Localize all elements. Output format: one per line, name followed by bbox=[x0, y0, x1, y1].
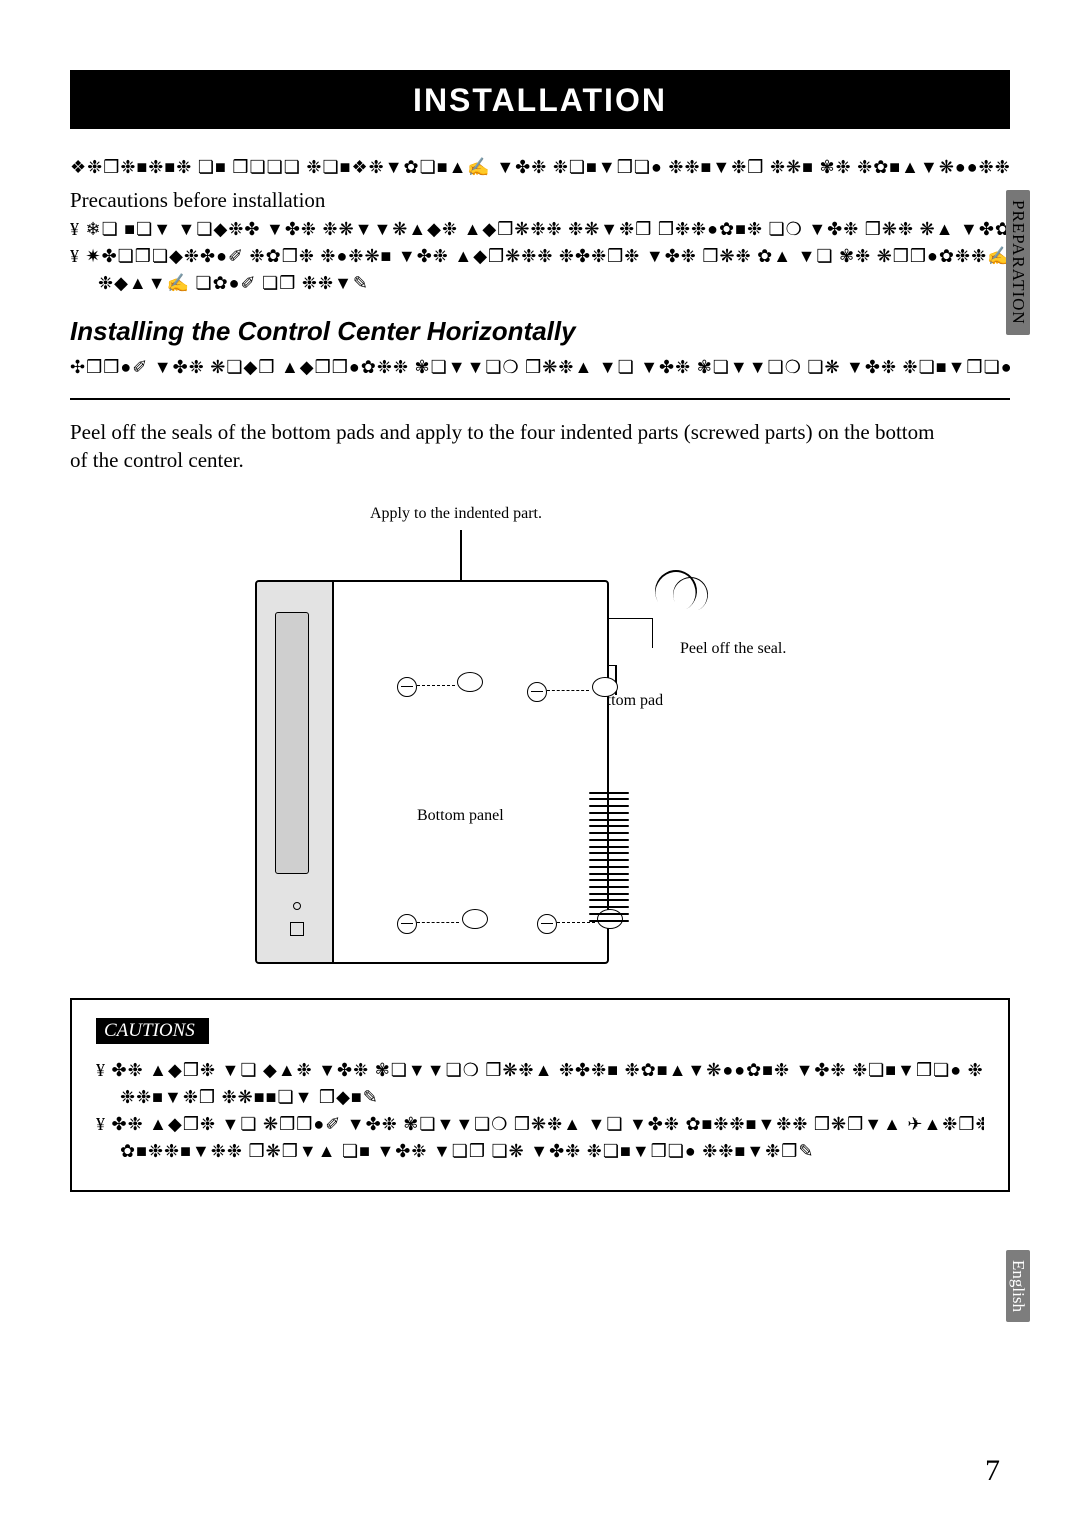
heatsink-fins-icon bbox=[589, 792, 629, 922]
dashed-arrow bbox=[557, 922, 595, 923]
label-peel: Peel off the seal. bbox=[680, 640, 786, 658]
symbol-text-line: ¥ ✤❉ ▲◆❒❉ ▼❏ ❋❒❒●✐ ▼✤❉ ✾❏▼▼❏❍ ❒❋❉▲ ▼❏ ▼✤… bbox=[96, 1114, 984, 1135]
peel-seal-icon bbox=[655, 565, 715, 625]
page-title: INSTALLATION bbox=[413, 82, 667, 118]
symbol-text-line: ❉❉■▼❉❒ ❉❋■■❏▼ ❒◆■✎ bbox=[96, 1087, 984, 1108]
symbol-text-line: ¥ ✤❉ ▲◆❒❉ ▼❏ ◆▲❉ ▼✤❉ ✾❏▼▼❏❍ ❒❋❉▲ ❉✤❉■ ❉✿… bbox=[96, 1060, 984, 1081]
screw-hole-icon bbox=[397, 677, 417, 697]
bottom-pad-icon bbox=[462, 909, 488, 929]
device-figure: Apply to the indented part. Peel off the… bbox=[220, 510, 860, 970]
screw-hole-icon bbox=[537, 914, 557, 934]
device-illustration: Bottom panel bbox=[255, 580, 609, 964]
section-subheading: Installing the Control Center Horizontal… bbox=[70, 316, 1010, 347]
precautions-heading: Precautions before installation bbox=[70, 188, 1010, 213]
bottom-pad-icon bbox=[592, 677, 618, 697]
page-number: 7 bbox=[985, 1454, 1000, 1488]
label-bottom-panel: Bottom panel bbox=[417, 807, 504, 825]
figure-container: Apply to the indented part. Peel off the… bbox=[70, 510, 1010, 970]
screw-hole-icon bbox=[397, 914, 417, 934]
symbol-text-line: ¥ ✷✤❏❒❏◆❉✤●✐ ❉✿❒❉ ❉●❉❋■ ▼✤❉ ▲◆❒❋❉❉ ❉✤❉❒❉… bbox=[70, 246, 1010, 267]
dashed-arrow bbox=[417, 922, 459, 923]
instruction-paragraph: Peel off the seals of the bottom pads an… bbox=[70, 418, 940, 475]
symbol-text-line: ❖❉❒❉■❉■❉ ❏■ ❒❏❏❏ ❉❏■❖❉▼✿❏■▲✍ ▼✤❉ ❉❏■▼❒❏●… bbox=[70, 157, 1010, 178]
bottom-pad-icon bbox=[457, 672, 483, 692]
divider bbox=[70, 398, 1010, 400]
label-apply: Apply to the indented part. bbox=[370, 505, 542, 523]
dashed-arrow bbox=[417, 685, 455, 686]
side-tab-language: English bbox=[1006, 1250, 1030, 1322]
cautions-label: CAUTIONS bbox=[96, 1018, 209, 1044]
symbol-text-line: ✣❒❒●✐ ▼✤❉ ❋❏◆❒ ▲◆❒❒●✿❉❉ ✾❏▼▼❏❍ ❒❋❉▲ ▼❏ ▼… bbox=[70, 357, 1010, 378]
page-title-bar: INSTALLATION bbox=[70, 70, 1010, 129]
cautions-box: CAUTIONS ¥ ✤❉ ▲◆❒❉ ▼❏ ◆▲❉ ▼✤❉ ✾❏▼▼❏❍ ❒❋❉… bbox=[70, 998, 1010, 1192]
symbol-text-line: ✿■❉❉■▼❉❉ ❒❋❒▼▲ ❏■ ▼✤❉ ▼❏❒ ❏❋ ▼✤❉ ❉❏■▼❒❏●… bbox=[96, 1141, 984, 1162]
symbol-text-line: ❉◆▲▼✍ ❏✿●✐ ❏❒ ❉❉▼✎ bbox=[70, 273, 1010, 294]
symbol-text-line: ¥ ❄❏ ■❏▼ ▼❏◆❉✤ ▼✤❉ ❉❋▼▼❋▲◆❉ ▲◆❒❋❉❉ ❉❋▼❉❒… bbox=[70, 219, 1010, 240]
screw-hole-icon bbox=[527, 682, 547, 702]
dashed-arrow bbox=[547, 690, 589, 691]
leader-line bbox=[652, 618, 653, 648]
side-tab-preparation: PREPARATION bbox=[1006, 190, 1030, 335]
